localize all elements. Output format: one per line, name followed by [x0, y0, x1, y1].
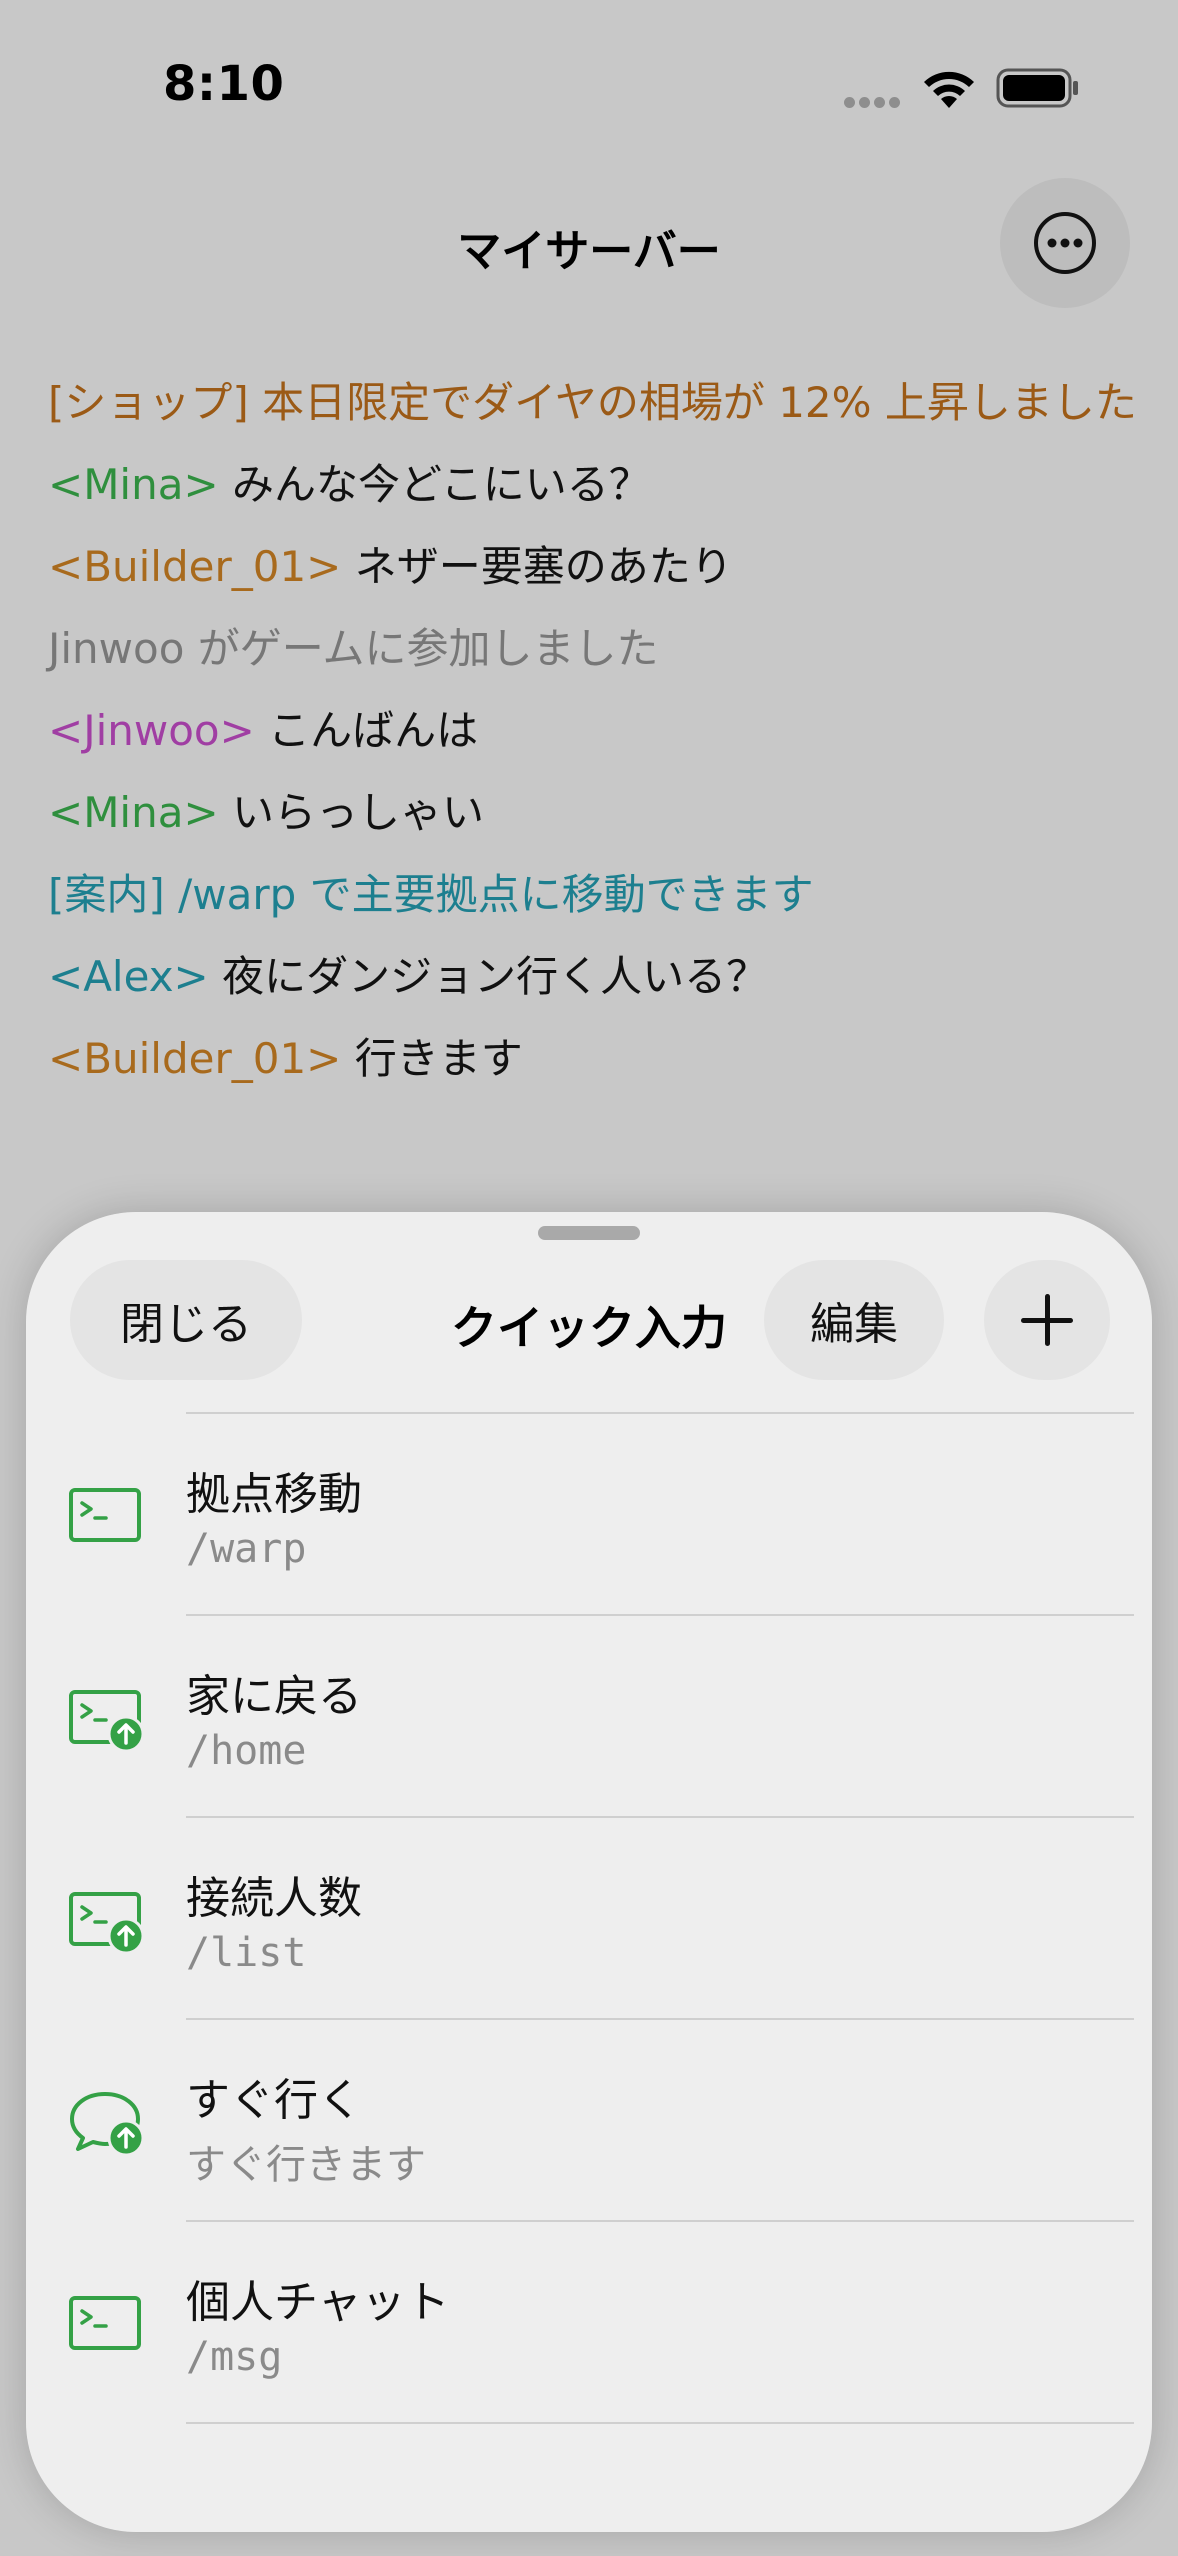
chat-username: <Mina> [48, 788, 219, 837]
quick-input-title: 拠点移動 [186, 1469, 362, 1520]
quick-input-title: すぐ行く [186, 2075, 362, 2126]
quick-input-list: 拠点移動 /warp 家に戻る /home 接続人数 /list すぐ行く すぐ… [26, 1414, 1152, 2424]
edit-button[interactable]: 編集 [764, 1260, 944, 1380]
terminal-icon [69, 1488, 141, 1542]
terminal-icon [69, 2296, 141, 2350]
quick-input-command: /home [186, 1728, 307, 1774]
quick-input-item[interactable]: 家に戻る /home [26, 1616, 1152, 1818]
screen: 8:10 マイサーバー [ショップ] 本日限定でダイヤの相場が 12% 上昇しま… [0, 0, 1178, 2556]
quick-input-command: /warp [186, 1526, 307, 1572]
quick-input-item[interactable]: 拠点移動 /warp [26, 1414, 1152, 1616]
chat-text: ネザー要塞のあたり [354, 542, 733, 591]
chat-text: こんばんは [268, 706, 479, 755]
quick-input-sheet: 閉じる クイック入力 編集 拠点移動 /warp 家に戻る /home 接続人数… [26, 1212, 1152, 2532]
quick-input-item[interactable]: 個人チャット /msg [26, 2222, 1152, 2424]
chat-message: <Alex> 夜にダンジョン行く人いる？ [48, 936, 1138, 1018]
chat-text: 行きます [354, 1034, 523, 1083]
quick-input-title: 接続人数 [186, 1873, 362, 1924]
chat-log: [ショップ] 本日限定でダイヤの相場が 12% 上昇しました <Mina> みん… [48, 362, 1138, 1100]
quick-input-command: /msg [186, 2334, 283, 2380]
chat-message: <Jinwoo> こんばんは [48, 690, 1138, 772]
chat-username: <Jinwoo> [48, 706, 255, 755]
chat-message: <Mina> いらっしゃい [48, 772, 1138, 854]
chat-notice: [ショップ] 本日限定でダイヤの相場が 12% 上昇しました [48, 378, 1137, 427]
chat-system-message: Jinwoo がゲームに参加しました [48, 624, 659, 673]
quick-input-item[interactable]: すぐ行く すぐ行きます [26, 2020, 1152, 2222]
more-options-button[interactable] [1000, 178, 1130, 308]
chat-text: 夜にダンジョン行く人いる？ [222, 952, 769, 1001]
chat-username: <Builder_01> [48, 542, 342, 591]
ellipsis-circle-icon [1034, 212, 1096, 274]
quick-input-title: 家に戻る [186, 1671, 362, 1722]
chat-text: みんな今どこにいる？ [232, 460, 651, 509]
message-send-icon [70, 2092, 144, 2156]
chat-notice: [案内] /warp で主要拠点に移動できます [48, 870, 814, 919]
terminal-send-icon [69, 1690, 144, 1752]
status-time: 8:10 [163, 56, 285, 112]
plus-icon [1021, 1294, 1073, 1346]
quick-input-message: すぐ行きます [186, 2142, 426, 2188]
chat-username: <Builder_01> [48, 1034, 342, 1083]
chat-username: <Alex> [48, 952, 209, 1001]
battery-icon [996, 68, 1078, 108]
close-button[interactable]: 閉じる [70, 1260, 302, 1380]
chat-text: いらっしゃい [232, 788, 485, 837]
chat-message: <Builder_01> ネザー要塞のあたり [48, 526, 1138, 608]
chat-username: <Mina> [48, 460, 219, 509]
divider [186, 2422, 1134, 2424]
quick-input-title: 個人チャット [186, 2277, 450, 2328]
quick-input-item[interactable]: 接続人数 /list [26, 1818, 1152, 2020]
wifi-icon [924, 71, 974, 108]
add-button[interactable] [984, 1260, 1110, 1380]
status-bar: 8:10 [0, 0, 1178, 150]
sheet-grabber[interactable] [538, 1226, 640, 1240]
cellular-signal-icon [844, 93, 904, 108]
terminal-send-icon [69, 1892, 144, 1954]
chat-message: <Mina> みんな今どこにいる？ [48, 444, 1138, 526]
quick-input-command: /list [186, 1930, 307, 1976]
chat-message: <Builder_01> 行きます [48, 1018, 1138, 1100]
